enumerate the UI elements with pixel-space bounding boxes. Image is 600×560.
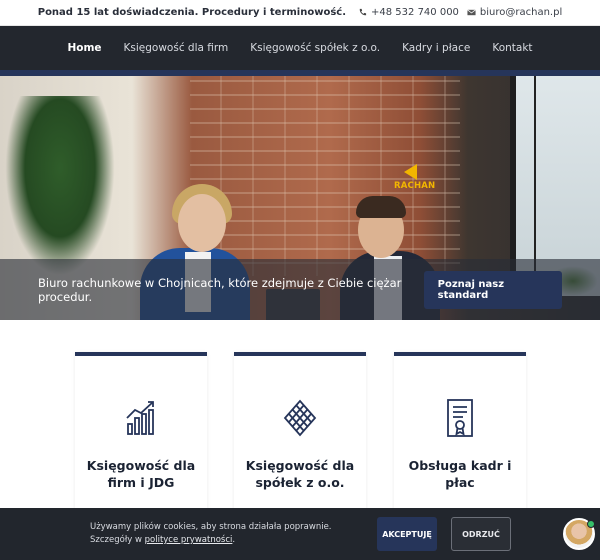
service-title: Obsługa kadr i płac [408,458,512,490]
cookie-banner: Używamy plików cookies, aby strona dział… [0,508,600,560]
nav-ksiegowosc-dla-firm[interactable]: Księgowość dla firm [124,42,229,54]
phone-number: +48 532 740 000 [371,7,459,18]
email-address: biuro@rachan.pl [479,7,563,18]
service-title: Księgowość dla firm i JDG [86,458,196,490]
phone-contact[interactable]: +48 532 740 000 [358,7,459,18]
online-status-dot [587,520,595,528]
certificate-document-icon [442,396,478,440]
main-nav: Home Księgowość dla firm Księgowość spół… [0,26,600,70]
hero-overlay: Biuro rachunkowe w Chojnicach, które zde… [0,259,600,320]
nav-ksiegowosc-spolek[interactable]: Księgowość spółek z o.o. [250,42,380,54]
logo-text: RACHAN [394,181,436,191]
nav-home[interactable]: Home [67,42,101,54]
service-card-companies[interactable]: Księgowość dla spółek z o.o. [234,352,366,512]
nav-kontakt[interactable]: Kontakt [492,42,532,54]
growth-chart-icon [123,396,159,440]
privacy-policy-link[interactable]: polityce prywatności [145,535,233,545]
nav-kadry-i-place[interactable]: Kadry i płace [402,42,470,54]
logo-triangle-icon [404,164,417,180]
lattice-diamond-icon [282,396,318,440]
hero-lead: Biuro rachunkowe w Chojnicach, które zde… [38,275,402,304]
reject-cookies-button[interactable]: ODRZUĆ [451,517,511,551]
plant-left [5,96,115,276]
man-hair [356,196,406,218]
top-info-bar: Ponad 15 lat doświadczenia. Procedury i … [0,0,600,26]
email-contact[interactable]: biuro@rachan.pl [467,7,562,18]
hero-banner: RACHAN Biuro rachunkowe w Chojnicach, kt… [0,76,600,320]
services-section: Księgowość dla firm i JDG Księgowość dla… [0,322,600,512]
service-card-payroll[interactable]: Obsługa kadr i płac [394,352,526,512]
tagline: Ponad 15 lat doświadczenia. Procedury i … [37,7,347,18]
cookie-message: Używamy plików cookies, aby strona dział… [90,522,332,545]
woman-head [178,194,226,252]
phone-icon [359,8,367,16]
rachan-logo: RACHAN [394,164,435,191]
cta-button[interactable]: Poznaj nasz standard [423,270,562,309]
service-title: Księgowość dla spółek z o.o. [245,458,355,490]
envelope-icon [467,9,476,16]
accept-cookies-button[interactable]: AKCEPTUJĘ [377,517,437,551]
service-card-firms[interactable]: Księgowość dla firm i JDG [75,352,207,512]
